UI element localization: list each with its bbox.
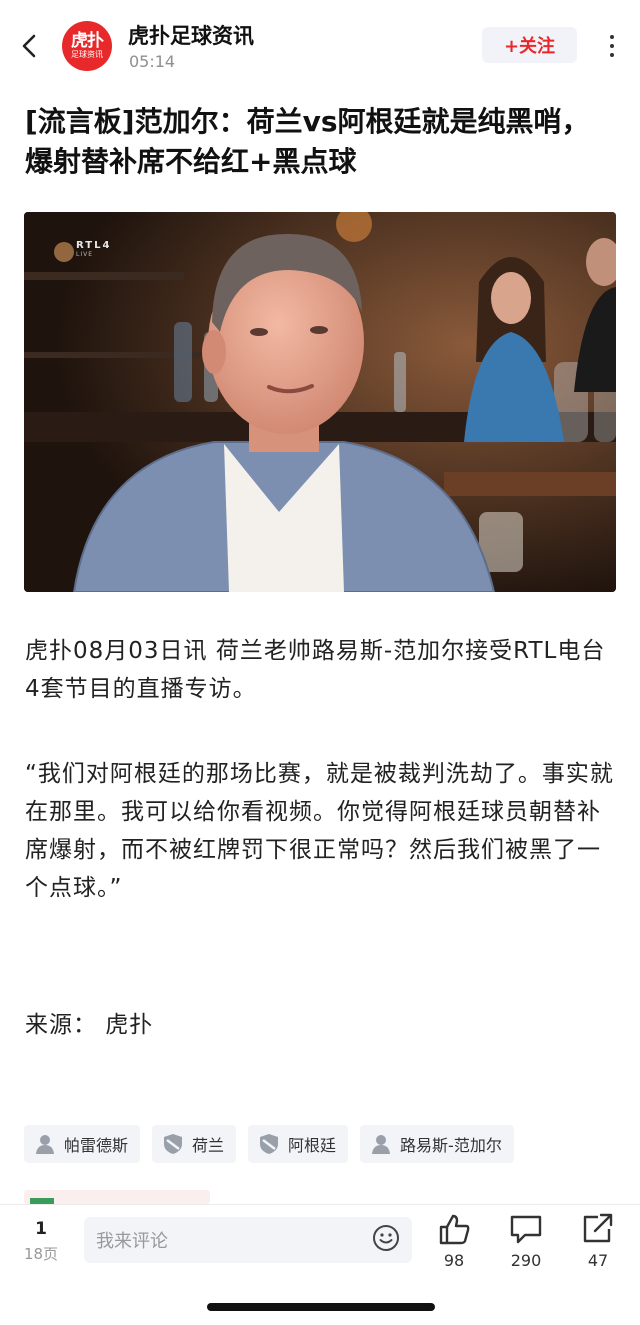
- tv-channel-logo: RTL4 LIVE: [76, 240, 111, 258]
- article-source: 来源： 虎扑: [25, 1012, 154, 1038]
- person-icon: [372, 1135, 391, 1154]
- like-count: 98: [443, 1251, 465, 1270]
- more-icon[interactable]: [602, 28, 622, 64]
- tag-label: 帕雷德斯: [64, 1136, 129, 1155]
- article-photo[interactable]: RTL4 LIVE: [24, 212, 616, 592]
- thumbs-up-icon: [439, 1214, 470, 1245]
- comment-input[interactable]: 我来评论: [84, 1217, 412, 1263]
- tag-item[interactable]: 帕雷德斯: [24, 1125, 141, 1163]
- tv-live-label: LIVE: [76, 251, 94, 258]
- account-name[interactable]: 虎扑足球资讯: [128, 20, 254, 50]
- tv-channel-name: RTL4: [76, 240, 112, 251]
- photo-illustration: [24, 212, 616, 592]
- tag-label: 阿根廷: [288, 1136, 337, 1155]
- emoji-icon[interactable]: [372, 1224, 400, 1256]
- person-icon: [36, 1135, 54, 1154]
- tag-label: 荷兰: [192, 1136, 225, 1155]
- comment-placeholder: 我来评论: [96, 1231, 168, 1252]
- back-arrow-icon[interactable]: [14, 28, 46, 64]
- tag-item[interactable]: 阿根廷: [248, 1125, 349, 1163]
- next-content-peek: [24, 1190, 210, 1204]
- share-icon: [583, 1213, 613, 1243]
- tag-item[interactable]: 路易斯-范加尔: [360, 1125, 514, 1163]
- avatar-logo-text: 虎扑: [71, 30, 104, 51]
- page-number: 1: [35, 1219, 47, 1239]
- post-time: 05:14: [129, 52, 176, 71]
- comment-count: 290: [510, 1251, 542, 1270]
- home-indicator[interactable]: [207, 1303, 435, 1311]
- tag-list: 帕雷德斯 荷兰 阿根廷 路易斯-范加尔: [24, 1125, 514, 1163]
- like-button[interactable]: 98: [424, 1213, 484, 1270]
- article-paragraph-intro: 虎扑08月03日讯 荷兰老帅路易斯-范加尔接受RTL电台4套节目的直播专访。: [25, 638, 606, 702]
- account-avatar[interactable]: 虎扑 足球资讯: [62, 21, 112, 71]
- page-total: 18页: [23, 1245, 59, 1263]
- article-title: [流言板]范加尔：荷兰vs阿根廷就是纯黑哨，爆射替补席不给红+黑点球: [25, 105, 590, 178]
- avatar-logo-subtext: 足球资讯: [71, 49, 103, 59]
- shield-icon: [260, 1134, 279, 1154]
- comment-button[interactable]: 290: [496, 1213, 556, 1270]
- comment-icon: [510, 1215, 542, 1244]
- shield-icon: [164, 1134, 183, 1154]
- share-count: 47: [587, 1251, 609, 1270]
- share-button[interactable]: 47: [568, 1213, 628, 1270]
- follow-button[interactable]: +关注: [482, 27, 577, 63]
- top-header: 虎扑 足球资讯 虎扑足球资讯 05:14 +关注: [0, 0, 640, 92]
- tag-item[interactable]: 荷兰: [152, 1125, 237, 1163]
- article-paragraph-quote: “我们对阿根廷的那场比赛，就是被裁判洗劫了。事实就在那里。我可以给你看视频。你觉…: [25, 761, 614, 901]
- page-indicator[interactable]: 1 18页: [20, 1219, 62, 1264]
- tag-label: 路易斯-范加尔: [400, 1136, 502, 1155]
